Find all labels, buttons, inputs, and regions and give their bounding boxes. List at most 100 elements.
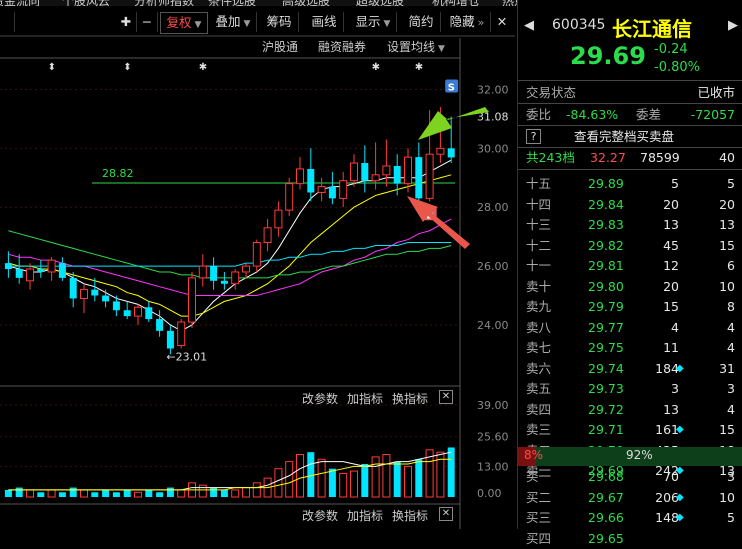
candle-body	[210, 266, 218, 281]
candle-body	[145, 307, 153, 320]
volume-bar	[252, 482, 261, 498]
next-stock-icon[interactable]: ▶	[728, 18, 738, 33]
order-row: 买二 29.67 206 ◆ 10	[518, 487, 742, 508]
volume-bar	[393, 461, 401, 497]
order-price: 29.89	[588, 176, 624, 191]
order-volume: 5	[671, 176, 679, 191]
order-level-label: 卖六	[526, 360, 552, 376]
order-count: 10	[719, 489, 735, 505]
order-row: 十一 29.81 12 6	[518, 255, 742, 276]
order-price: 29.68	[588, 469, 624, 484]
candle-body	[156, 319, 164, 331]
order-level-label: 买三	[526, 510, 552, 525]
order-count: 31	[719, 360, 735, 376]
volume-bar	[404, 465, 412, 498]
volume-bar	[112, 492, 120, 497]
order-volume: 15	[663, 299, 679, 314]
order-count: 20	[719, 196, 735, 212]
prev-stock-icon[interactable]: ◀	[524, 18, 534, 33]
vol-y-tick-label: 13.00	[477, 460, 509, 473]
candle-body	[328, 186, 336, 199]
candle-body	[242, 265, 250, 273]
volume-bar	[231, 489, 240, 498]
vol-param-button[interactable]: 改参数	[302, 390, 338, 407]
order-level-label: 卖七	[526, 340, 552, 355]
candle-body	[134, 306, 142, 317]
order-level-label: 十四	[526, 196, 552, 212]
sub-close-icon[interactable]: ✕	[439, 507, 453, 521]
volume-bar	[15, 487, 23, 497]
moving-average-line	[8, 230, 452, 279]
order-price: 29.67	[588, 489, 624, 505]
sell-signal-label: S	[448, 83, 455, 94]
candle-body	[37, 269, 45, 272]
order-price: 29.71	[588, 422, 624, 437]
order-count: 4	[727, 340, 735, 355]
order-volume: 11	[663, 340, 679, 355]
order-volume: 13	[663, 401, 679, 417]
vol-y-tick-label: 39.00	[477, 399, 509, 412]
candle-body	[69, 277, 77, 299]
sub-param-button[interactable]: 改参数	[302, 507, 338, 524]
order-price: 29.84	[588, 196, 624, 212]
buy-ratio-text: 8%	[524, 448, 544, 462]
candle-body	[198, 265, 207, 279]
y-tick-label: 28.00	[477, 201, 509, 214]
order-price: 29.72	[588, 401, 624, 417]
candle-body	[339, 180, 348, 199]
order-volume: 20	[663, 278, 679, 294]
volume-bar	[58, 492, 66, 497]
candle-body	[177, 321, 186, 347]
order-count: 15	[719, 237, 735, 253]
kline-chart[interactable]: 32.0030.0028.0026.0024.0031.0828.82←23.0…	[0, 0, 515, 529]
candle-body	[123, 310, 131, 317]
chart-area[interactable]: 32.00 30.00 28.00 26.00 24.00 31.08 28.82 ←23.0…	[0, 0, 515, 529]
candle-body	[112, 301, 120, 311]
reference-line-label: 28.82	[102, 167, 134, 180]
volume-bar	[134, 491, 142, 498]
candle-body	[220, 280, 228, 284]
volume-bar	[210, 487, 218, 497]
total-levels-volume: 78599	[640, 150, 680, 165]
full-book-link[interactable]: 查看完整档买卖盘	[574, 126, 674, 147]
order-row: 买三 29.66 148 ◆ 5	[518, 507, 742, 528]
buy-sell-ratio-bar: 8% 92%	[518, 447, 742, 466]
order-price: 29.82	[588, 237, 624, 253]
full-book-row[interactable]: ? 查看完整档买卖盘	[518, 126, 742, 147]
order-level-label: 十一	[526, 258, 552, 273]
vol-add-indicator-button[interactable]: 加指标	[347, 390, 383, 407]
order-price: 29.83	[588, 217, 624, 232]
order-row: 卖九 29.79 15 8	[518, 296, 742, 317]
volume-bar	[307, 452, 315, 497]
trade-status-label: 交易状态	[526, 85, 577, 100]
candle-body	[415, 157, 423, 199]
vol-close-icon[interactable]: ✕	[439, 390, 453, 404]
help-icon[interactable]: ?	[526, 129, 541, 144]
volume-bar	[361, 463, 369, 497]
candle-body	[425, 153, 434, 199]
volume-bar	[156, 492, 164, 497]
volume-bar	[145, 489, 153, 497]
weicha-label: 委差	[636, 107, 662, 122]
large-order-diamond-icon: ◆	[676, 362, 684, 374]
vol-swap-indicator-button[interactable]: 换指标	[392, 390, 428, 407]
large-order-diamond-icon: ◆	[676, 491, 684, 503]
sub-add-indicator-button[interactable]: 加指标	[347, 507, 383, 524]
sub-swap-indicator-button[interactable]: 换指标	[392, 507, 428, 524]
total-levels-label: 共243档	[526, 150, 575, 165]
order-row: 十三 29.83 13 13	[518, 214, 742, 235]
order-level-label: 卖九	[526, 299, 552, 314]
volume-bar	[37, 492, 45, 497]
y-tick-label: 32.00	[477, 83, 509, 96]
order-count: 5	[727, 510, 735, 525]
low-price-label: ←23.01	[166, 350, 207, 363]
order-volume: 13	[663, 217, 679, 232]
volume-bar	[296, 454, 304, 498]
total-levels-price: 32.27	[590, 150, 626, 165]
order-volume: 45	[663, 237, 679, 253]
candle-body	[26, 268, 34, 282]
volume-bar	[242, 487, 250, 498]
candle-body	[317, 186, 326, 193]
candle-body	[307, 168, 315, 193]
price-change-pct: -0.80%	[654, 60, 700, 75]
